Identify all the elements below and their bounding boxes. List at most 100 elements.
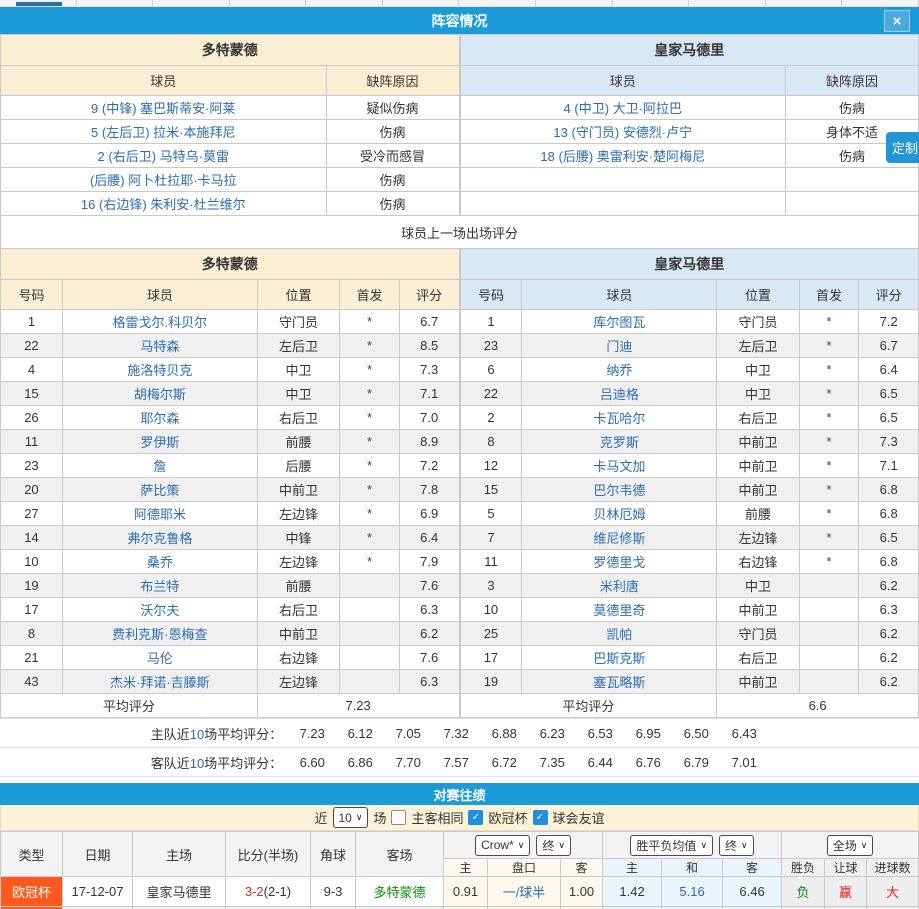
avg-odds-select[interactable]: 胜平负均值∨: [630, 835, 713, 856]
background-tab[interactable]: [230, 0, 307, 6]
background-tab[interactable]: [0, 0, 77, 6]
background-tab[interactable]: [613, 0, 690, 6]
background-tab[interactable]: [383, 0, 460, 6]
player-name-link[interactable]: 布兰特: [62, 574, 257, 598]
absent-player-link[interactable]: 13 (守门员) 安德烈·卢宁: [460, 120, 786, 144]
column-header-rating: 评分: [399, 280, 459, 310]
avg-stage-select[interactable]: 终∨: [719, 835, 754, 856]
recent-count-select[interactable]: 10∨: [333, 807, 369, 828]
absent-player-link[interactable]: (后腰) 阿卜杜拉耶·卡马拉: [1, 168, 327, 192]
player-name-link[interactable]: 塞瓦略斯: [522, 670, 717, 694]
home-recent-avg-line: 主队近10场平均评分： 7.23 6.12 7.05 7.32 6.88 6.2…: [0, 718, 919, 748]
player-row: 21 马伦 右边锋 7.6: [1, 646, 460, 670]
player-name-link[interactable]: 维尼修斯: [522, 526, 717, 550]
player-row: 10 桑乔 左边锋 * 7.9: [1, 550, 460, 574]
background-tab[interactable]: [306, 0, 383, 6]
player-rating: 8.5: [399, 334, 459, 358]
player-name-link[interactable]: 门迪: [522, 334, 717, 358]
player-name-link[interactable]: 詹: [62, 454, 257, 478]
player-name-link[interactable]: 马特森: [62, 334, 257, 358]
odds-stage-select[interactable]: 终∨: [536, 835, 571, 856]
player-rating: 6.7: [399, 310, 459, 334]
odds-company-select[interactable]: Crow*∨: [475, 835, 530, 856]
player-position: 守门员: [717, 622, 800, 646]
subcol-euro-draw: 和: [662, 859, 723, 877]
player-name-link[interactable]: 罗伊斯: [62, 430, 257, 454]
absent-player-link[interactable]: 9 (中锋) 塞巴斯蒂安·阿莱: [1, 96, 327, 120]
player-position: 中前卫: [717, 598, 800, 622]
background-tab[interactable]: [766, 0, 843, 6]
absence-row: 4 (中卫) 大卫·阿拉巴 伤病: [460, 96, 919, 120]
player-name-link[interactable]: 吕迪格: [522, 382, 717, 406]
column-header-number: 号码: [460, 280, 522, 310]
background-tab-bar[interactable]: [0, 0, 919, 7]
player-name-link[interactable]: 库尔图瓦: [522, 310, 717, 334]
background-tab[interactable]: [689, 0, 766, 6]
close-button[interactable]: ×: [884, 10, 910, 32]
background-tab[interactable]: [536, 0, 613, 6]
absent-player-link[interactable]: 18 (后腰) 奥雷利安·楚阿梅尼: [460, 144, 786, 168]
player-position: 右后卫: [257, 406, 340, 430]
player-name-link[interactable]: 耶尔森: [62, 406, 257, 430]
player-name-link[interactable]: 米利唐: [522, 574, 717, 598]
player-rating: 7.1: [399, 382, 459, 406]
player-name-link[interactable]: 桑乔: [62, 550, 257, 574]
absent-player-link[interactable]: [460, 192, 786, 216]
player-position: 中卫: [257, 382, 340, 406]
player-name-link[interactable]: 贝林厄姆: [522, 502, 717, 526]
player-name-link[interactable]: 马伦: [62, 646, 257, 670]
player-row: 11 罗德里戈 右边锋 * 6.8: [460, 550, 919, 574]
player-number: 11: [1, 430, 63, 454]
scope-select[interactable]: 全场∨: [827, 835, 874, 856]
same-home-away-checkbox[interactable]: [391, 810, 406, 825]
background-tab[interactable]: [459, 0, 536, 6]
customize-button[interactable]: 定制: [886, 132, 919, 163]
player-name-link[interactable]: 巴斯克斯: [522, 646, 717, 670]
player-name-link[interactable]: 纳乔: [522, 358, 717, 382]
player-name-link[interactable]: 施洛特贝克: [62, 358, 257, 382]
player-name-link[interactable]: 莫德里奇: [522, 598, 717, 622]
player-name-link[interactable]: 克罗斯: [522, 430, 717, 454]
player-starter-flag: *: [340, 310, 400, 334]
player-name-link[interactable]: 凯帕: [522, 622, 717, 646]
background-tab[interactable]: [842, 0, 919, 6]
friendly-checkbox[interactable]: ✓: [533, 810, 548, 825]
background-tab[interactable]: [153, 0, 230, 6]
absent-player-link[interactable]: [460, 168, 786, 192]
player-name-link[interactable]: 萨比策: [62, 478, 257, 502]
away-recent-avg-label: 客队近10场平均评分：: [151, 753, 283, 772]
chevron-down-icon: ∨: [700, 840, 707, 851]
player-number: 20: [1, 478, 63, 502]
player-position: 中前卫: [717, 430, 800, 454]
h2h-row: 欧冠杯 17-12-07 皇家马德里 3-2(2-1) 9-3 多特蒙德 0.9…: [1, 877, 919, 907]
player-number: 15: [1, 382, 63, 406]
asian-home-odds: 0.91: [444, 877, 488, 907]
player-name-link[interactable]: 胡梅尔斯: [62, 382, 257, 406]
absent-player-link[interactable]: 16 (右边锋) 朱利安·杜兰维尔: [1, 192, 327, 216]
player-name-link[interactable]: 卡马文加: [522, 454, 717, 478]
player-number: 1: [1, 310, 63, 334]
player-name-link[interactable]: 格雷戈尔.科贝尔: [62, 310, 257, 334]
absent-player-link[interactable]: 5 (左后卫) 拉米·本施拜尼: [1, 120, 327, 144]
absent-player-link[interactable]: 4 (中卫) 大卫·阿拉巴: [460, 96, 786, 120]
player-position: 左边锋: [257, 670, 340, 694]
player-number: 21: [1, 646, 63, 670]
player-name-link[interactable]: 弗尔克鲁格: [62, 526, 257, 550]
player-name-link[interactable]: 阿德耶米: [62, 502, 257, 526]
player-name-link[interactable]: 巴尔韦德: [522, 478, 717, 502]
column-header-score: 比分(半场): [226, 832, 311, 877]
ucl-checkbox[interactable]: ✓: [468, 810, 483, 825]
home-team-header: 多特蒙德: [1, 35, 460, 66]
player-name-link[interactable]: 沃尔夫: [62, 598, 257, 622]
player-number: 5: [460, 502, 522, 526]
player-name-link[interactable]: 杰米·拜诺·吉滕斯: [62, 670, 257, 694]
player-name-link[interactable]: 费利克斯·恩梅查: [62, 622, 257, 646]
background-tab[interactable]: [77, 0, 154, 6]
player-rating: 6.2: [399, 622, 459, 646]
player-name-link[interactable]: 卡瓦哈尔: [522, 406, 717, 430]
absent-player-link[interactable]: 2 (右后卫) 马特乌·莫雷: [1, 144, 327, 168]
chevron-down-icon: ∨: [518, 840, 525, 851]
player-number: 10: [1, 550, 63, 574]
player-name-link[interactable]: 罗德里戈: [522, 550, 717, 574]
player-row: 4 施洛特贝克 中卫 * 7.3: [1, 358, 460, 382]
